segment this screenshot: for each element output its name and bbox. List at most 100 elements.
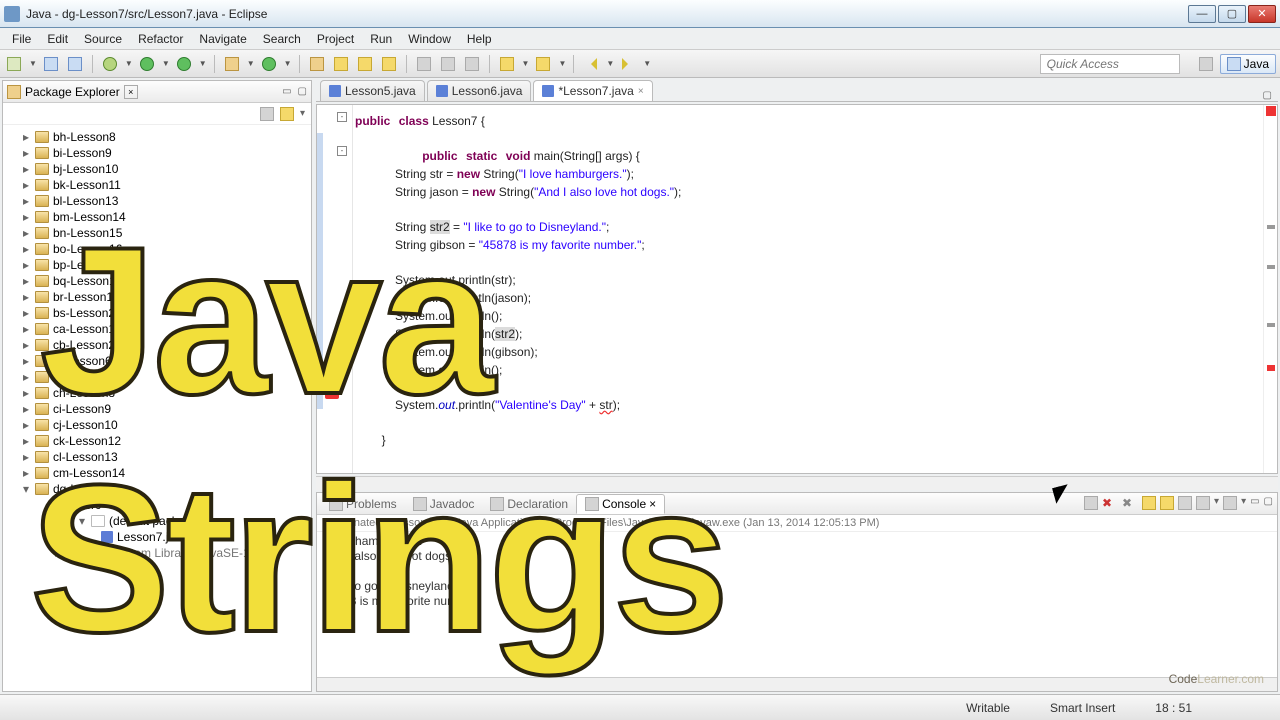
close-button[interactable]: ✕ xyxy=(1248,5,1276,23)
editor-tabs: Lesson5.java Lesson6.java *Lesson7.java×… xyxy=(316,80,1278,102)
new-package-button[interactable] xyxy=(222,54,242,74)
next-ann-icon xyxy=(500,57,514,71)
run-button[interactable] xyxy=(137,54,157,74)
project-folder-icon xyxy=(35,147,49,159)
project-item[interactable]: ▸bh-Lesson8 xyxy=(5,129,309,145)
tab-lesson7[interactable]: *Lesson7.java× xyxy=(533,80,652,101)
java-file-icon xyxy=(329,85,341,97)
tab-lesson6[interactable]: Lesson6.java xyxy=(427,80,532,101)
window-title: Java - dg-Lesson7/src/Lesson7.java - Ecl… xyxy=(26,7,1186,21)
project-folder-icon xyxy=(35,131,49,143)
editor-max-icon[interactable]: ▢ xyxy=(1263,90,1272,101)
fold-icon[interactable]: - xyxy=(337,146,347,156)
run-last-icon xyxy=(177,57,191,71)
status-bar: Writable Smart Insert 18 : 51 xyxy=(0,694,1280,720)
toggle-mark-button[interactable] xyxy=(355,54,375,74)
status-writable: Writable xyxy=(966,701,1010,715)
new-class-button[interactable] xyxy=(259,54,279,74)
quick-access-input[interactable] xyxy=(1040,54,1180,74)
menu-run[interactable]: Run xyxy=(362,30,400,48)
menu-refactor[interactable]: Refactor xyxy=(130,30,191,48)
toggle-breadcrumb-button[interactable] xyxy=(379,54,399,74)
open-perspective-button[interactable] xyxy=(1196,54,1216,74)
overview-ruler[interactable] xyxy=(1263,105,1277,473)
save-all-icon xyxy=(68,57,82,71)
clear-console-icon[interactable]: ✖ xyxy=(1122,496,1138,512)
menu-file[interactable]: File xyxy=(4,30,39,48)
maximize-button[interactable]: ▢ xyxy=(1218,5,1246,23)
new-icon xyxy=(7,57,21,71)
perspective-icon xyxy=(1199,57,1213,71)
debug-button[interactable] xyxy=(100,54,120,74)
project-item[interactable]: ▸bj-Lesson10 xyxy=(5,161,309,177)
project-label: bk-Lesson11 xyxy=(53,178,121,192)
bottom-max-icon[interactable]: ▢ xyxy=(1264,496,1273,512)
prev-annotation-button[interactable] xyxy=(533,54,553,74)
link-editor-icon[interactable] xyxy=(280,107,294,121)
nav-a-button[interactable] xyxy=(414,54,434,74)
overlay-title-1: Java xyxy=(40,232,491,411)
breadcrumb-icon xyxy=(382,57,396,71)
minimize-button[interactable]: — xyxy=(1188,5,1216,23)
search-button[interactable] xyxy=(331,54,351,74)
save-button[interactable] xyxy=(41,54,61,74)
menu-edit[interactable]: Edit xyxy=(39,30,76,48)
project-item[interactable]: ▸bi-Lesson9 xyxy=(5,145,309,161)
menu-search[interactable]: Search xyxy=(255,30,309,48)
view-max-icon[interactable]: ▢ xyxy=(298,86,307,97)
view-min-icon[interactable]: ▭ xyxy=(282,86,291,97)
status-cursor-position: 18 : 51 xyxy=(1155,701,1192,715)
tab-label: Lesson5.java xyxy=(345,84,416,98)
console-horizontal-scrollbar[interactable] xyxy=(317,677,1277,691)
project-label: bi-Lesson9 xyxy=(53,146,112,160)
menu-navigate[interactable]: Navigate xyxy=(191,30,254,48)
next-annotation-button[interactable] xyxy=(497,54,517,74)
menu-project[interactable]: Project xyxy=(309,30,362,48)
project-folder-icon xyxy=(35,179,49,191)
nav-c-button[interactable] xyxy=(462,54,482,74)
remove-launch-icon[interactable] xyxy=(1084,496,1098,510)
back-button[interactable] xyxy=(581,54,601,74)
new-console-view-icon[interactable] xyxy=(1223,496,1237,510)
save-all-button[interactable] xyxy=(65,54,85,74)
tab-close-icon[interactable]: × xyxy=(638,86,644,97)
tab-label: Lesson6.java xyxy=(452,84,523,98)
watermark: CodeLearner.com xyxy=(1169,660,1264,690)
overview-error-icon xyxy=(1266,106,1276,116)
eclipse-icon xyxy=(4,6,20,22)
package-explorer-icon xyxy=(7,85,21,99)
bug-icon xyxy=(103,57,117,71)
pin-console-icon[interactable] xyxy=(1160,496,1174,510)
menu-source[interactable]: Source xyxy=(76,30,130,48)
project-label: bh-Lesson8 xyxy=(53,130,116,144)
main-toolbar: ▼ ▼ ▼ ▼ ▼ ▼ ▼ ▼ ▼ ▼ Java xyxy=(0,50,1280,78)
remove-all-icon[interactable]: ✖ xyxy=(1102,496,1118,512)
bottom-min-icon[interactable]: ▭ xyxy=(1250,496,1259,512)
new-button[interactable] xyxy=(4,54,24,74)
run-last-button[interactable] xyxy=(174,54,194,74)
menu-help[interactable]: Help xyxy=(459,30,500,48)
view-close-icon[interactable]: × xyxy=(124,85,138,99)
nav-c-icon xyxy=(465,57,479,71)
package-icon xyxy=(225,57,239,71)
open-type-button[interactable] xyxy=(307,54,327,74)
java-perspective-button[interactable]: Java xyxy=(1220,54,1276,74)
project-item[interactable]: ▸bk-Lesson11 xyxy=(5,177,309,193)
open-type-icon xyxy=(310,57,324,71)
window-titlebar: Java - dg-Lesson7/src/Lesson7.java - Ecl… xyxy=(0,0,1280,28)
class-icon xyxy=(262,57,276,71)
nav-b-button[interactable] xyxy=(438,54,458,74)
nav-a-icon xyxy=(417,57,431,71)
view-menu-icon[interactable]: ▾ xyxy=(300,108,305,119)
menu-window[interactable]: Window xyxy=(400,30,459,48)
scroll-lock-icon[interactable] xyxy=(1142,496,1156,510)
display-selected-icon[interactable] xyxy=(1178,496,1192,510)
status-insert-mode: Smart Insert xyxy=(1050,701,1115,715)
fold-icon[interactable]: - xyxy=(337,112,347,122)
java-file-icon xyxy=(542,85,554,97)
open-console-icon[interactable] xyxy=(1196,496,1210,510)
forward-button[interactable] xyxy=(618,54,638,74)
tab-lesson5[interactable]: Lesson5.java xyxy=(320,80,425,101)
collapse-all-icon[interactable] xyxy=(260,107,274,121)
search-icon xyxy=(334,57,348,71)
